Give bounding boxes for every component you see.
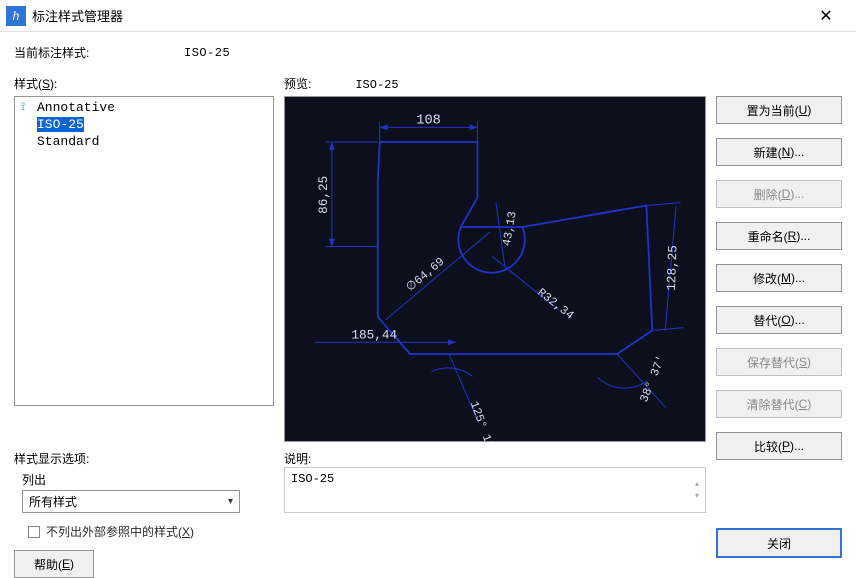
help-button[interactable]: 帮助(E) [14, 550, 94, 578]
xref-checkbox[interactable] [28, 526, 40, 538]
compare-button[interactable]: 比较(P)... [716, 432, 842, 460]
dim-angle-left: 125° 17' [467, 399, 499, 441]
style-display-label: 样式显示选项: [14, 450, 274, 467]
current-style-label: 当前标注样式: [14, 44, 184, 61]
list-item-label: Annotative [37, 100, 115, 115]
modify-button[interactable]: 修改(M)... [716, 264, 842, 292]
delete-button[interactable]: 删除(D)... [716, 180, 842, 208]
list-filter-select[interactable]: 所有样式 ▾ [22, 490, 240, 513]
description-spinner[interactable]: ▴▾ [695, 472, 699, 508]
select-value: 所有样式 [29, 493, 77, 510]
style-display-options: 样式显示选项: 列出 所有样式 ▾ 不列出外部参照中的样式(X) [14, 450, 274, 540]
rename-button[interactable]: 重命名(R)... [716, 222, 842, 250]
titlebar: h 标注样式管理器 ✕ [0, 0, 856, 32]
dim-diameter: ∅64,69 [404, 255, 448, 295]
preview-style-name: ISO-25 [355, 78, 398, 92]
styles-list[interactable]: ⟟ Annotative ISO-25 Standard [14, 96, 274, 406]
xref-checkbox-label: 不列出外部参照中的样式(X) [46, 523, 194, 540]
description-box: ISO-25 ▴▾ [284, 467, 706, 513]
dim-radius-inner: 43,13 [500, 210, 520, 247]
dim-left: 86,25 [316, 176, 331, 214]
override-button[interactable]: 替代(O)... [716, 306, 842, 334]
list-item-label: ISO-25 [37, 117, 84, 132]
chevron-down-icon: ▾ [228, 496, 233, 507]
preview-pane: 108 86,25 128,25 43,13 R32,34 ∅64,69 [284, 96, 706, 442]
list-item-label: Standard [37, 134, 99, 149]
clear-override-button[interactable]: 清除替代(C) [716, 390, 842, 418]
list-item[interactable]: ISO-25 [15, 116, 273, 133]
button-column: 置为当前(U) 新建(N)... 删除(D)... 重命名(R)... 修改(M… [716, 96, 842, 578]
save-override-button[interactable]: 保存替代(S) [716, 348, 842, 376]
description-label: 说明: [284, 450, 706, 467]
styles-label: 样式(S): [14, 75, 274, 92]
app-icon: h [6, 6, 26, 26]
window-title: 标注样式管理器 [32, 6, 804, 25]
dim-top: 108 [416, 113, 441, 128]
list-item[interactable]: ⟟ Annotative [15, 99, 273, 116]
annotative-icon: ⟟ [21, 102, 35, 114]
current-style-value: ISO-25 [184, 46, 230, 60]
new-button[interactable]: 新建(N)... [716, 138, 842, 166]
close-button[interactable]: ✕ [804, 2, 848, 30]
dim-right: 128,25 [664, 245, 681, 291]
preview-label: 预览:ISO-25 [284, 75, 706, 92]
list-item[interactable]: Standard [15, 133, 273, 150]
dim-radius-outer: R32,34 [535, 286, 577, 323]
list-sublabel: 列出 [22, 471, 274, 488]
set-current-button[interactable]: 置为当前(U) [716, 96, 842, 124]
dim-angle-right: 38° 37' [637, 353, 668, 404]
dim-linear-left: 185,44 [351, 327, 397, 342]
description-value: ISO-25 [291, 472, 334, 508]
close-dialog-button[interactable]: 关闭 [716, 528, 842, 558]
